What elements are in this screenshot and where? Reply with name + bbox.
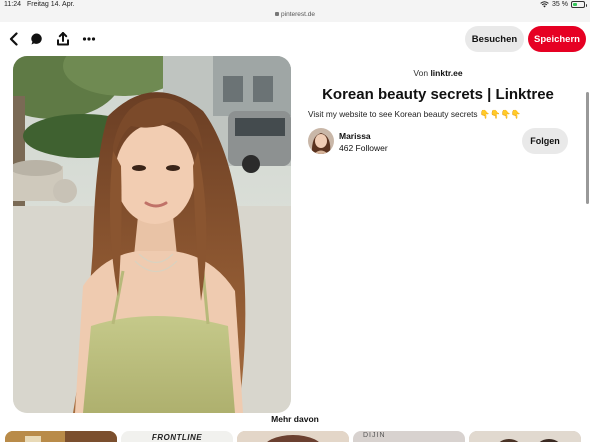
thumbnail-caption: FRONTLINE xyxy=(151,433,203,442)
creator-followers: 462 Follower xyxy=(339,143,388,153)
battery-icon xyxy=(571,1,587,8)
related-pin-thumbnail[interactable] xyxy=(469,431,581,442)
share-button[interactable] xyxy=(52,28,74,50)
source-prefix: Von xyxy=(413,68,429,78)
status-bar: 11:24 Freitag 14. Apr. pinterest.de 35 % xyxy=(0,0,590,22)
related-pin-thumbnail[interactable] xyxy=(237,431,349,442)
thumbnail-caption: DIJIN xyxy=(363,432,386,439)
related-pin-thumbnail[interactable]: FRONTLINE xyxy=(121,431,233,442)
pin-description: Visit my website to see Korean beauty se… xyxy=(308,109,522,119)
wifi-icon xyxy=(540,1,549,8)
comment-button[interactable] xyxy=(26,28,48,50)
pin-source: Von linktr.ee xyxy=(308,68,568,78)
visit-button[interactable]: Besuchen xyxy=(465,26,524,52)
battery-percent: 35 % xyxy=(552,1,568,8)
ellipsis-icon xyxy=(82,37,96,41)
status-time: 11:24 xyxy=(4,1,21,8)
source-link[interactable]: linktr.ee xyxy=(430,68,462,78)
avatar-image xyxy=(308,128,334,154)
related-pin-thumbnail[interactable]: DIJIN xyxy=(353,431,465,442)
pin-title[interactable]: Korean beauty secrets | Linktree xyxy=(308,86,568,103)
portrait-photo xyxy=(13,56,291,413)
thumbnail-image xyxy=(237,431,349,442)
scrollbar[interactable] xyxy=(586,92,589,204)
thumbnail-image xyxy=(469,431,581,442)
address-bar[interactable]: pinterest.de xyxy=(0,11,590,18)
status-date: Freitag 14. Apr. xyxy=(27,1,75,8)
creator-avatar[interactable] xyxy=(308,128,334,154)
pin-image[interactable] xyxy=(13,56,291,413)
creator-name[interactable]: Marissa xyxy=(339,131,371,141)
thumbnail-image xyxy=(5,431,117,442)
back-button[interactable] xyxy=(3,28,25,50)
save-button[interactable]: Speichern xyxy=(528,26,586,52)
share-upload-icon xyxy=(57,32,69,46)
status-indicators: 35 % xyxy=(540,1,587,8)
more-options-button[interactable] xyxy=(78,28,100,50)
lock-icon xyxy=(275,12,280,16)
related-pin-thumbnail[interactable] xyxy=(5,431,117,442)
chevron-left-icon xyxy=(9,32,18,46)
follow-button[interactable]: Folgen xyxy=(522,128,568,154)
address-url: pinterest.de xyxy=(281,11,315,18)
speech-bubble-icon xyxy=(31,33,42,45)
more-heading: Mehr davon xyxy=(271,414,319,424)
